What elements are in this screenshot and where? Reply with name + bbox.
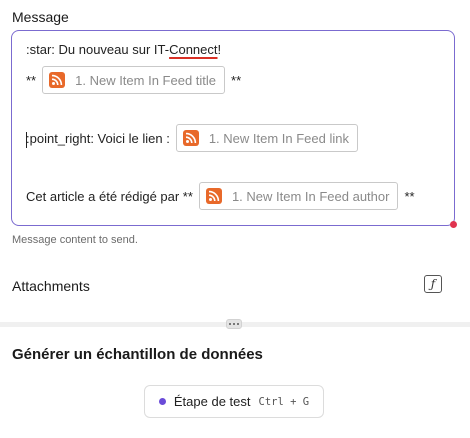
- rss-icon: [49, 72, 66, 88]
- test-step-label: Étape de test: [173, 394, 251, 409]
- message-label: Message: [12, 9, 69, 25]
- function-icon[interactable]: ƒ: [424, 275, 442, 293]
- line1-suffix: !: [217, 42, 222, 57]
- resize-handle[interactable]: [450, 221, 457, 228]
- status-dot-icon: [158, 398, 166, 405]
- rss-icon: [182, 130, 199, 146]
- pill-label: 1. New Item In Feed title: [75, 72, 217, 88]
- message-line-3: :point_right: Voici le lien : 1. New Ite…: [26, 124, 364, 152]
- drag-handle-icon[interactable]: [226, 319, 242, 329]
- feed-link-variable-pill[interactable]: 1. New Item In Feed link: [175, 124, 358, 152]
- feed-title-variable-pill[interactable]: 1. New Item In Feed title: [42, 66, 226, 94]
- attachments-label: Attachments: [12, 278, 90, 294]
- test-step-button[interactable]: Étape de test Ctrl + G: [144, 385, 324, 418]
- author-intro-text: Cet article a été rédigé par **: [26, 188, 193, 204]
- message-helper-text: Message content to send.: [12, 234, 138, 246]
- pill-label: 1. New Item In Feed link: [208, 130, 349, 146]
- keyboard-shortcut: Ctrl + G: [258, 395, 310, 408]
- link-intro-text: :point_right: Voici le lien :: [26, 130, 170, 146]
- message-line-4: Cet article a été rédigé par ** 1. New I…: [26, 182, 415, 210]
- bold-marker-close: **: [231, 72, 242, 88]
- message-line-2: ** 1. New Item In Feed title **: [26, 66, 241, 94]
- message-editor[interactable]: :star: Du nouveau sur IT- Connect ! ** 1.…: [11, 30, 457, 228]
- line1-prefix: :star: Du nouveau sur IT-: [26, 42, 170, 57]
- bold-marker-close: **: [404, 188, 415, 204]
- rss-icon: [205, 188, 222, 204]
- feed-author-variable-pill[interactable]: 1. New Item In Feed author: [198, 182, 399, 210]
- pill-label: 1. New Item In Feed author: [231, 188, 390, 204]
- bold-marker-open: **: [26, 72, 37, 88]
- sample-section-title: Générer un échantillon de données: [12, 346, 263, 363]
- fx-glyph: ƒ: [430, 277, 436, 291]
- message-line-1: :star: Du nouveau sur IT- Connect !: [26, 42, 221, 57]
- spellcheck-word: Connect: [169, 42, 218, 57]
